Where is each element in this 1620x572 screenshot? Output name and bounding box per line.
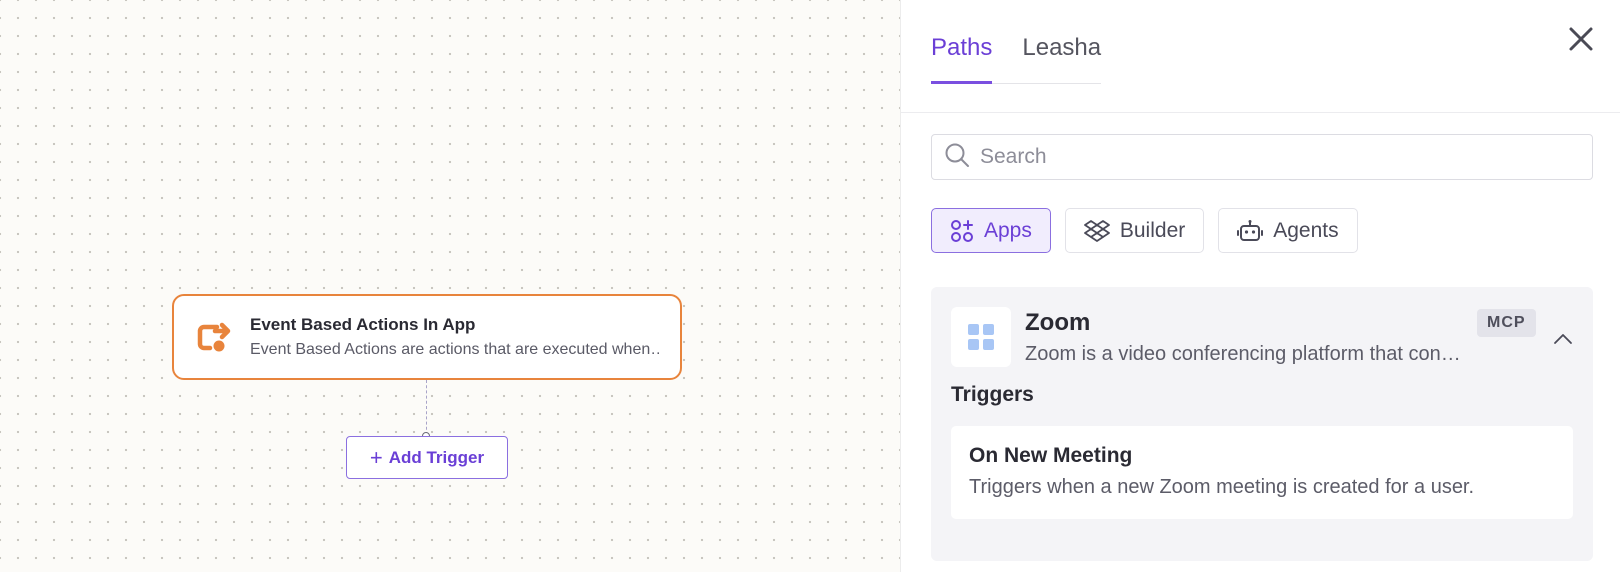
header-divider [901, 112, 1620, 113]
robot-icon [1237, 219, 1264, 243]
search-box[interactable] [931, 134, 1593, 180]
chevron-up-icon[interactable] [1551, 327, 1575, 351]
triggers-section-title: Triggers [951, 383, 1034, 406]
filter-agents[interactable]: Agents [1218, 208, 1358, 253]
app-card-zoom: Zoom Zoom is a video conferencing platfo… [931, 287, 1593, 561]
add-trigger-label: Add Trigger [388, 447, 485, 467]
trigger-name: On New Meeting [969, 444, 1133, 467]
app-description: Zoom is a video conferencing platform th… [1025, 343, 1463, 365]
apps-icon [950, 219, 974, 243]
trigger-description: Triggers when a new Zoom meeting is crea… [969, 476, 1475, 498]
close-icon[interactable] [1564, 22, 1598, 56]
search-icon [944, 142, 970, 173]
side-panel: Paths Leasha Apps [900, 0, 1620, 572]
filter-builder-label: Builder [1119, 218, 1186, 242]
app-name: Zoom [1025, 309, 1091, 336]
builder-icon [1083, 219, 1110, 243]
filter-builder[interactable]: Builder [1064, 208, 1205, 253]
panel-tabs: Paths Leasha [931, 0, 1102, 84]
tab-leasha[interactable]: Leasha [1022, 0, 1101, 84]
filter-agents-label: Agents [1273, 218, 1339, 242]
add-trigger-button[interactable]: + Add Trigger [346, 436, 508, 479]
node-title: Event Based Actions In App [250, 315, 476, 334]
app-grid-icon [951, 307, 1011, 367]
filter-group: Apps Builder Agents [931, 208, 1358, 253]
workflow-canvas[interactable]: Event Based Actions In App Event Based A… [0, 0, 900, 572]
filter-apps[interactable]: Apps [931, 208, 1051, 253]
mcp-badge: MCP [1477, 309, 1536, 337]
node-description: Event Based Actions are actions that are… [250, 341, 662, 358]
node-connector [426, 380, 427, 435]
plus-icon: + [369, 444, 383, 470]
filter-apps-label: Apps [984, 218, 1032, 242]
search-input[interactable] [980, 145, 1560, 169]
tab-paths[interactable]: Paths [931, 0, 993, 84]
trigger-node[interactable]: Event Based Actions In App Event Based A… [172, 294, 682, 380]
trigger-item-on-new-meeting[interactable]: On New Meeting Triggers when a new Zoom … [951, 426, 1573, 519]
event-action-icon [192, 315, 236, 359]
